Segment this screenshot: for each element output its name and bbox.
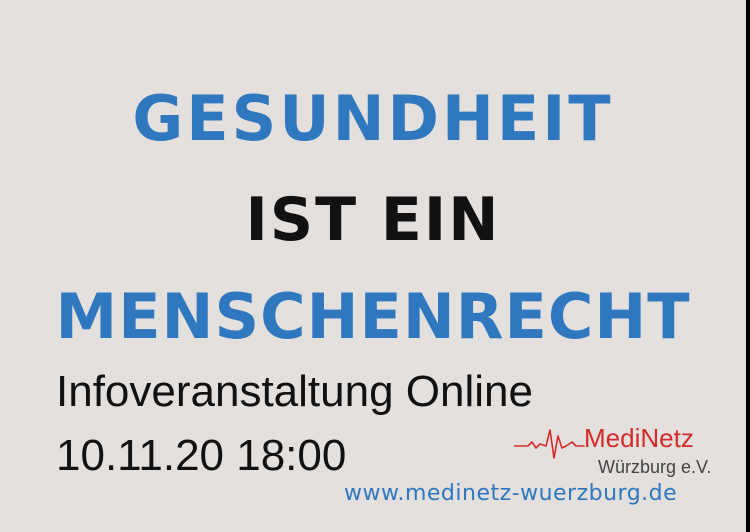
medinetz-logo: MediNetz Würzburg e.V. <box>514 422 712 484</box>
headline-menschenrecht: MENSCHENRECHT <box>55 280 691 353</box>
headline-ist-ein: IST EIN <box>245 185 501 255</box>
logo-name: MediNetz <box>584 423 694 453</box>
heartbeat-pulse-icon <box>514 429 585 459</box>
logo-city: Würzburg e.V. <box>598 457 712 477</box>
event-datetime: 10.11.20 18:00 <box>56 431 347 480</box>
website-link[interactable]: www.medinetz-wuerzburg.de <box>344 483 677 505</box>
poster: GESUNDHEIT IST EIN MENSCHENRECHT Infover… <box>0 0 746 532</box>
headline-gesundheit: GESUNDHEIT <box>132 82 614 155</box>
event-title: Infoveranstaltung Online <box>56 367 533 416</box>
